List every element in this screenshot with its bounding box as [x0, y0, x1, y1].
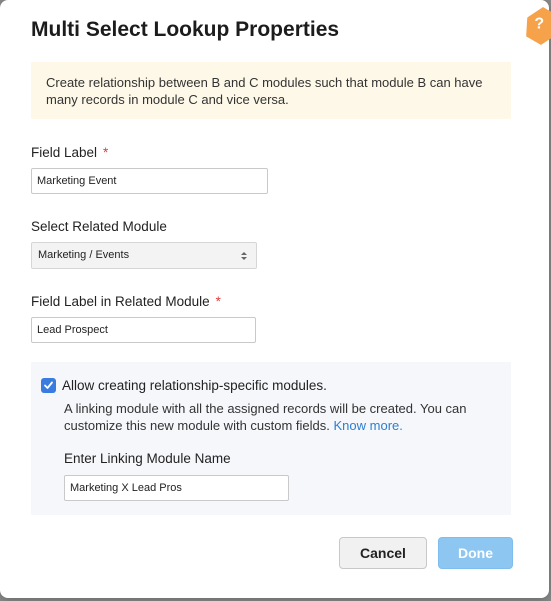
field-label-value: Marketing Event — [37, 175, 117, 187]
related-field-label-heading: Field Label in Related Module * — [31, 294, 221, 309]
related-module-select[interactable]: Marketing / Events — [31, 242, 257, 269]
allow-relationship-label[interactable]: Allow creating relationship-specific mod… — [62, 378, 327, 393]
linking-module-value: Marketing X Lead Pros — [70, 482, 182, 494]
linking-module-heading: Enter Linking Module Name — [64, 451, 231, 466]
multi-select-lookup-dialog: Multi Select Lookup Properties ? Create … — [0, 0, 549, 598]
related-field-label-input[interactable]: Lead Prospect — [31, 317, 256, 343]
field-label-input[interactable]: Marketing Event — [31, 168, 268, 194]
help-badge-text: ? — [534, 15, 545, 33]
linking-module-input[interactable]: Marketing X Lead Pros — [64, 475, 289, 501]
relationship-panel: Allow creating relationship-specific mod… — [31, 362, 511, 515]
related-module-value: Marketing / Events — [38, 249, 130, 261]
field-label-text: Field Label — [31, 145, 98, 160]
related-module-label: Select Related Module — [31, 219, 167, 234]
relationship-description-text: A linking module with all the assigned r… — [64, 401, 467, 433]
related-module-heading: Select Related Module — [31, 219, 167, 234]
know-more-link[interactable]: Know more. — [334, 418, 403, 433]
checkmark-icon — [44, 381, 53, 389]
allow-relationship-checkbox[interactable] — [41, 378, 56, 393]
cancel-button[interactable]: Cancel — [339, 537, 427, 569]
dialog-title: Multi Select Lookup Properties — [31, 18, 340, 41]
required-mark: * — [103, 145, 109, 160]
select-arrows-icon — [241, 252, 247, 260]
related-field-label-value: Lead Prospect — [37, 324, 108, 336]
relationship-description: A linking module with all the assigned r… — [64, 400, 494, 434]
done-button[interactable]: Done — [438, 537, 513, 569]
related-field-label-text: Field Label in Related Module — [31, 294, 210, 309]
linking-module-label: Enter Linking Module Name — [64, 451, 231, 466]
required-mark: * — [215, 294, 221, 309]
info-banner-text: Create relationship between B and C modu… — [46, 75, 483, 107]
field-label-heading: Field Label * — [31, 145, 108, 160]
help-badge-icon[interactable]: ? — [519, 3, 551, 49]
info-banner: Create relationship between B and C modu… — [31, 62, 511, 119]
